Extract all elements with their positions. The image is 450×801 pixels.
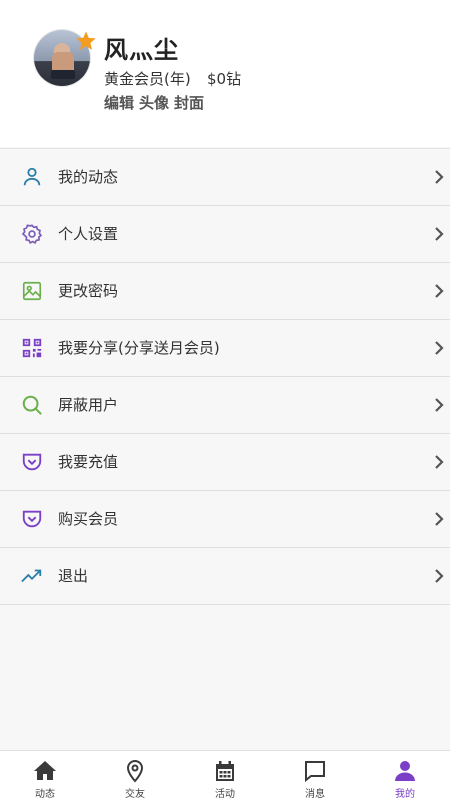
pocket-icon xyxy=(22,510,42,528)
person-icon xyxy=(23,167,41,186)
chevron-right-icon xyxy=(435,512,444,526)
chevron-right-icon xyxy=(435,170,444,184)
chevron-right-icon xyxy=(435,569,444,583)
menu-item-label: 我要充值 xyxy=(58,453,119,471)
tab-events[interactable]: 活动 xyxy=(180,751,270,801)
home-icon xyxy=(34,761,56,780)
chevron-right-icon xyxy=(435,341,444,355)
trending-up-icon xyxy=(21,569,42,583)
calendar-icon xyxy=(216,761,234,781)
settings-menu: 我的动态 个人设置 更改密码 我要分享(分享送月会员) 屏蔽用户 我要充值 购买… xyxy=(0,148,450,605)
avatar-figure-detail xyxy=(51,70,75,79)
tab-feed[interactable]: 动态 xyxy=(0,751,90,801)
qrcode-icon xyxy=(22,338,42,358)
tab-mine[interactable]: 我的 xyxy=(360,751,450,801)
gear-icon xyxy=(21,224,43,245)
profile-name: 风灬尘 xyxy=(104,36,179,64)
image-icon xyxy=(22,281,42,301)
tab-messages[interactable]: 消息 xyxy=(270,751,360,801)
chevron-right-icon xyxy=(435,398,444,412)
menu-item-label: 我要分享(分享送月会员) xyxy=(58,339,220,357)
menu-item-block-users[interactable]: 屏蔽用户 xyxy=(0,377,450,434)
menu-item-buy-membership[interactable]: 购买会员 xyxy=(0,491,450,548)
bottom-tab-bar: 动态 交友 活动 消息 我的 xyxy=(0,750,450,801)
edit-link[interactable]: 编辑 xyxy=(104,92,134,113)
menu-item-change-password[interactable]: 更改密码 xyxy=(0,263,450,320)
profile-edit-links: 编辑 头像 封面 xyxy=(104,92,204,113)
tab-friends[interactable]: 交友 xyxy=(90,751,180,801)
user-icon xyxy=(395,761,415,781)
menu-item-share[interactable]: 我要分享(分享送月会员) xyxy=(0,320,450,377)
menu-item-label: 屏蔽用户 xyxy=(58,396,119,414)
pocket-icon xyxy=(22,453,42,471)
avatar-link[interactable]: 头像 xyxy=(139,92,169,113)
tab-label: 我的 xyxy=(395,789,415,800)
chevron-right-icon xyxy=(435,455,444,469)
menu-item-label: 退出 xyxy=(58,567,89,585)
tab-label: 消息 xyxy=(305,789,325,800)
membership-level: 黄金会员(年) xyxy=(104,70,191,88)
location-pin-icon xyxy=(126,760,144,783)
menu-item-label: 我的动态 xyxy=(58,168,119,186)
menu-item-logout[interactable]: 退出 xyxy=(0,548,450,605)
search-icon xyxy=(22,395,42,415)
star-icon xyxy=(76,31,96,50)
coin-balance: $0钻 xyxy=(207,70,242,88)
chevron-right-icon xyxy=(435,284,444,298)
tab-label: 活动 xyxy=(215,789,235,800)
menu-item-personal-settings[interactable]: 个人设置 xyxy=(0,206,450,263)
profile-header: 风灬尘 黄金会员(年) $0钻 编辑 头像 封面 xyxy=(0,0,450,147)
menu-item-label: 更改密码 xyxy=(58,282,119,300)
menu-item-recharge[interactable]: 我要充值 xyxy=(0,434,450,491)
chevron-right-icon xyxy=(435,227,444,241)
menu-item-label: 个人设置 xyxy=(58,225,119,243)
chat-icon xyxy=(305,761,325,783)
tab-label: 交友 xyxy=(125,789,145,800)
menu-item-my-posts[interactable]: 我的动态 xyxy=(0,149,450,206)
menu-item-label: 购买会员 xyxy=(58,510,119,528)
tab-label: 动态 xyxy=(35,789,55,800)
cover-link[interactable]: 封面 xyxy=(174,92,204,113)
